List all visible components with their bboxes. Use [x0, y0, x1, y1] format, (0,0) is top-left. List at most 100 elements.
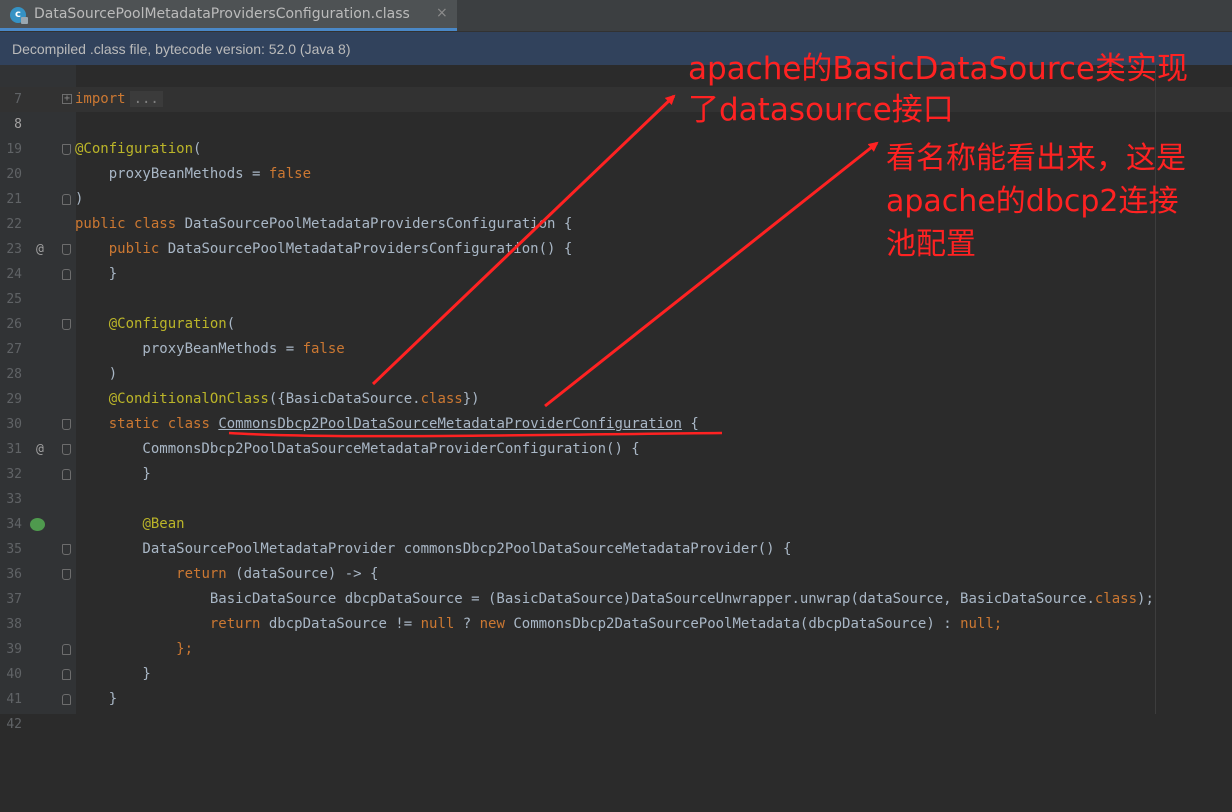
code-line: 42 } — [0, 687, 1232, 732]
code-line: 37 return (dataSource) -> { — [0, 562, 1232, 607]
code-token: BasicDataSource dbcpDataSource = (BasicD… — [75, 591, 1095, 607]
class-file-icon: c — [10, 7, 28, 24]
keyword: class — [420, 391, 463, 407]
code-text: @Configuration( — [75, 137, 201, 162]
close-icon[interactable]: × — [436, 5, 448, 21]
code-text: @Bean — [75, 512, 185, 537]
code-text: static class CommonsDbcp2PoolDataSourceM… — [75, 412, 699, 437]
code-line: 40 }; — [0, 637, 1232, 682]
code-text: DataSourcePoolMetadataProvider commonsDb… — [75, 541, 792, 557]
line-number: 42 — [6, 717, 22, 732]
code-text: } — [75, 666, 151, 682]
code-token: (dataSource) -> { — [226, 566, 379, 582]
code-text: } — [75, 691, 118, 707]
code-token: ( — [193, 141, 202, 157]
code-text: CommonsDbcp2PoolDataSourceMetadataProvid… — [75, 441, 640, 457]
editor-tab-bar: c DataSourcePoolMetadataProvidersConfigu… — [0, 0, 1232, 32]
code-text: } — [75, 266, 118, 282]
code-line: 27 @Configuration( — [0, 312, 1232, 357]
code-text: return dbcpDataSource != null ? new Comm… — [75, 612, 1002, 637]
code-text: @Configuration( — [75, 312, 235, 337]
fold-icon[interactable] — [62, 644, 71, 655]
fold-icon[interactable] — [62, 694, 71, 705]
code-line: 31 static class CommonsDbcp2PoolDataSour… — [0, 412, 1232, 457]
code-line: 38 BasicDataSource dbcpDataSource = (Bas… — [0, 587, 1232, 632]
annotation: @ConditionalOnClass — [108, 391, 269, 407]
fold-icon[interactable] — [62, 669, 71, 680]
fold-icon[interactable] — [62, 444, 71, 455]
file-tab[interactable]: c DataSourcePoolMetadataProvidersConfigu… — [0, 0, 457, 31]
keyword: import — [75, 91, 126, 107]
fold-icon[interactable] — [62, 419, 71, 430]
code-line: 32 @ CommonsDbcp2PoolDataSourceMetadataP… — [0, 437, 1232, 482]
code-token: proxyBeanMethods = — [75, 166, 269, 182]
fold-icon[interactable] — [62, 544, 71, 555]
code-text: ) — [75, 191, 84, 207]
keyword: null — [420, 616, 455, 632]
code-line: 36 DataSourcePoolMetadataProvider common… — [0, 537, 1232, 582]
code-text: public class DataSourcePoolMetadataProvi… — [75, 212, 572, 237]
code-token: CommonsDbcp2DataSourcePoolMetadata(dbcpD… — [504, 616, 961, 632]
code-token: { — [681, 416, 699, 432]
fold-icon[interactable] — [62, 319, 71, 330]
annotation-note-basicdatasource: apache的BasicDataSource类实现 了datasource接口 — [688, 51, 1188, 128]
code-token: ? — [454, 616, 480, 632]
code-text: } — [75, 466, 151, 482]
bean-icon[interactable] — [30, 518, 45, 531]
code-token: proxyBeanMethods = — [75, 341, 303, 357]
keyword: return — [209, 616, 261, 632]
code-line: 34 — [0, 487, 1232, 532]
annotation: @Configuration — [75, 141, 194, 157]
expand-fold-icon[interactable]: + — [62, 94, 72, 104]
keyword: return — [176, 566, 227, 582]
keyword: false — [268, 166, 312, 182]
code-line: 39 return dbcpDataSource != null ? new C… — [0, 612, 1232, 657]
code-token: }) — [462, 391, 480, 407]
code-text: BasicDataSource dbcpDataSource = (BasicD… — [75, 587, 1154, 612]
fold-icon[interactable] — [62, 469, 71, 480]
keyword: public — [108, 241, 160, 257]
code-token: ( — [226, 316, 236, 332]
code-token: DataSourcePoolMetadataProvidersConfigura… — [167, 241, 573, 257]
annotation-note-dbcp2: 看名称能看出来，这是 apache的dbcp2连接 池配置 — [886, 141, 1186, 262]
code-line: 30 @ConditionalOnClass({BasicDataSource.… — [0, 387, 1232, 432]
code-line: 41 } — [0, 662, 1232, 707]
code-token: ({BasicDataSource. — [268, 391, 421, 407]
fold-icon[interactable] — [62, 194, 71, 205]
fold-icon[interactable] — [62, 144, 71, 155]
keyword: static — [108, 416, 160, 432]
fold-icon[interactable] — [62, 244, 71, 255]
code-line: 35 @Bean — [0, 512, 1232, 557]
keyword: class — [1094, 591, 1138, 607]
keyword: false — [302, 341, 345, 357]
code-token: dbcpDataSource != — [260, 616, 421, 632]
code-text: @ConditionalOnClass({BasicDataSource.cla… — [75, 387, 480, 412]
highlighted-class-name[interactable]: CommonsDbcp2PoolDataSourceMetadataProvid… — [218, 416, 682, 432]
keyword: null — [960, 616, 994, 632]
code-line: 28 proxyBeanMethods = false — [0, 337, 1232, 382]
class-name: DataSourcePoolMetadataProvidersConfigura… — [184, 216, 573, 232]
fold-icon[interactable] — [62, 569, 71, 580]
code-text: proxyBeanMethods = false — [75, 337, 345, 362]
code-text: public DataSourcePoolMetadataProvidersCo… — [75, 237, 573, 262]
keyword: class — [167, 416, 210, 432]
code-text: import... — [75, 87, 163, 112]
code-token: ); — [1137, 591, 1154, 607]
code-line: 29 ) — [0, 362, 1232, 407]
code-text: return (dataSource) -> { — [75, 562, 378, 587]
annotation: @Bean — [142, 516, 185, 532]
keyword: ; — [993, 616, 1003, 632]
code-text: }; — [75, 641, 194, 657]
override-icon[interactable]: @ — [36, 237, 44, 262]
annotation: @Configuration — [108, 316, 227, 332]
fold-icon[interactable] — [62, 269, 71, 280]
keyword: public — [75, 216, 126, 232]
code-text: proxyBeanMethods = false — [75, 162, 311, 187]
keyword: class — [134, 216, 177, 232]
collapsed-imports[interactable]: ... — [129, 91, 163, 107]
tab-title: DataSourcePoolMetadataProvidersConfigura… — [34, 6, 410, 22]
keyword: new — [479, 616, 505, 632]
override-icon[interactable]: @ — [36, 437, 44, 462]
code-text: ) — [75, 366, 118, 382]
code-line: 26 — [0, 287, 1232, 332]
